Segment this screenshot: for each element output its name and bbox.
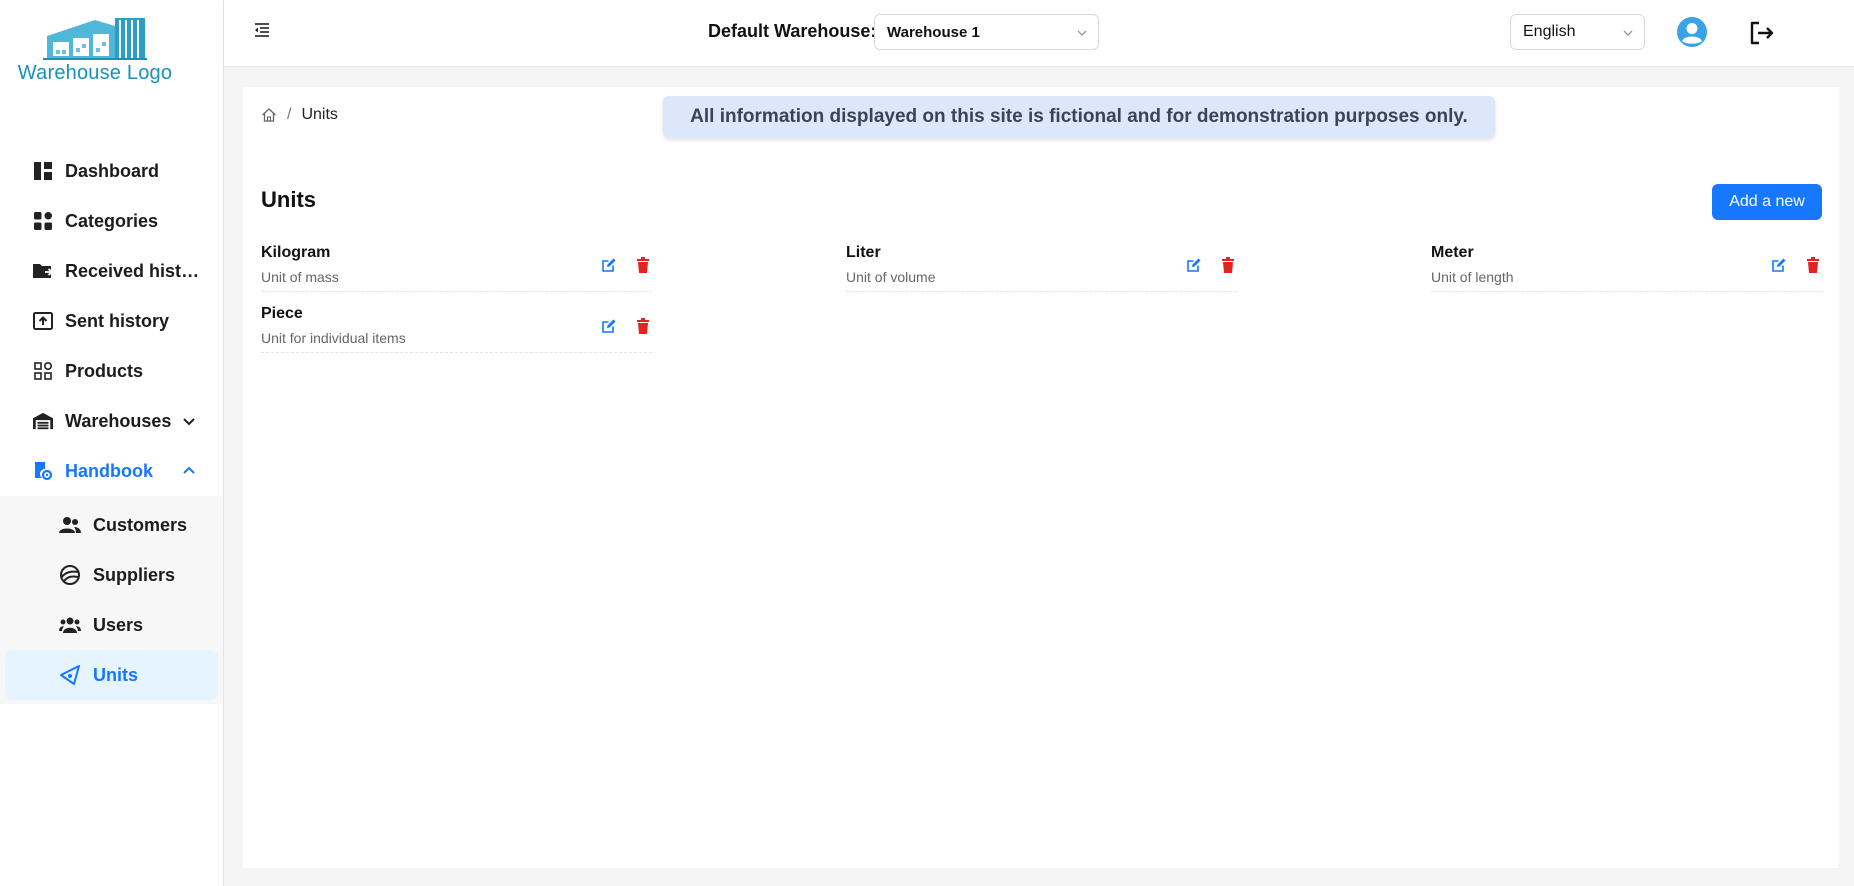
sidebar-item-products[interactable]: Products	[0, 346, 223, 396]
sidebar-item-label: Categories	[65, 210, 159, 231]
categories-icon	[33, 211, 53, 231]
sidebar-item-handbook[interactable]: Handbook	[0, 446, 223, 496]
sidebar-item-sent-history[interactable]: Sent history	[0, 296, 223, 346]
sidebar-item-warehouses[interactable]: Warehouses	[0, 396, 223, 446]
breadcrumb-current: Units	[301, 106, 338, 123]
breadcrumb: / Units	[261, 106, 338, 124]
list-item: Kilogram Unit of mass	[261, 242, 652, 292]
unit-name: Piece	[261, 305, 303, 322]
sidebar-item-dashboard[interactable]: Dashboard	[0, 146, 223, 196]
demo-notice-banner: All information displayed on this site i…	[663, 96, 1495, 138]
unit-name: Kilogram	[261, 244, 331, 261]
handbook-submenu: Customers Suppliers Users Units	[0, 496, 223, 704]
edit-icon[interactable]	[600, 256, 618, 274]
sidebar-item-label: Suppliers	[93, 564, 176, 585]
list-item: Liter Unit of volume	[846, 242, 1237, 292]
warehouse-logo-icon	[43, 18, 147, 60]
handbook-icon	[33, 461, 53, 481]
warehouse-logo[interactable]: Warehouse Logo	[10, 14, 180, 90]
top-header: Default Warehouse: Warehouse 1 English	[224, 0, 1854, 67]
unit-description: Unit of mass	[261, 269, 339, 285]
unit-description: Unit for individual items	[261, 330, 406, 346]
chevron-down-icon	[1623, 30, 1633, 36]
sidebar-item-label: Customers	[93, 514, 188, 535]
sidebar-item-suppliers[interactable]: Suppliers	[5, 550, 218, 600]
sidebar-item-label: Warehouses	[65, 410, 172, 431]
sidebar-item-label: Dashboard	[65, 160, 160, 181]
sidebar-item-label: Received history	[65, 260, 200, 281]
main-content: / Units All information displayed on thi…	[243, 87, 1839, 868]
chevron-up-icon	[183, 466, 195, 474]
logo-text: Warehouse Logo	[17, 62, 173, 84]
menu-fold-icon[interactable]	[252, 20, 272, 40]
list-item: Piece Unit for individual items	[261, 303, 652, 353]
sidebar-nav: Dashboard Categories Received history Se…	[0, 146, 223, 704]
page-title: Units	[261, 187, 316, 212]
warehouse-select-value: Warehouse 1	[887, 23, 980, 41]
language-select-value: English	[1523, 23, 1576, 40]
delete-icon[interactable]	[1804, 256, 1822, 274]
products-icon	[33, 361, 53, 381]
users-icon	[59, 615, 81, 635]
sidebar-item-units[interactable]: Units	[5, 650, 218, 700]
suppliers-icon	[59, 565, 81, 585]
delete-icon[interactable]	[1219, 256, 1237, 274]
unit-description: Unit of length	[1431, 269, 1514, 285]
sidebar-item-label: Users	[93, 614, 144, 635]
home-icon[interactable]	[261, 107, 277, 123]
unit-name: Liter	[846, 244, 881, 261]
customers-icon	[59, 515, 81, 535]
sidebar: Warehouse Logo Dashboard Categories Rece…	[0, 0, 224, 886]
default-warehouse-select[interactable]: Warehouse 1	[874, 14, 1099, 50]
language-select[interactable]: English	[1510, 14, 1645, 50]
sidebar-item-users[interactable]: Users	[5, 600, 218, 650]
list-item: Meter Unit of length	[1431, 242, 1822, 292]
units-icon	[59, 665, 81, 685]
warehouse-icon	[33, 411, 53, 431]
received-folder-icon	[33, 261, 53, 281]
sidebar-item-label: Handbook	[65, 460, 153, 481]
sidebar-item-label: Products	[65, 360, 144, 381]
breadcrumb-separator: /	[287, 106, 292, 123]
chevron-down-icon	[1077, 30, 1087, 36]
user-avatar-icon[interactable]	[1676, 16, 1708, 48]
unit-name: Meter	[1431, 244, 1474, 261]
sidebar-item-customers[interactable]: Customers	[5, 500, 218, 550]
logout-icon[interactable]	[1748, 19, 1776, 47]
edit-icon[interactable]	[1770, 256, 1788, 274]
sent-upload-icon	[33, 311, 53, 331]
delete-icon[interactable]	[634, 256, 652, 274]
sidebar-item-received-history[interactable]: Received history	[0, 246, 223, 296]
dashboard-icon	[33, 161, 53, 181]
sidebar-item-label: Sent history	[65, 310, 170, 331]
edit-icon[interactable]	[1185, 256, 1203, 274]
chevron-down-icon	[183, 418, 195, 426]
unit-description: Unit of volume	[846, 269, 936, 285]
add-new-button[interactable]: Add a new	[1712, 184, 1822, 220]
edit-icon[interactable]	[600, 317, 618, 335]
sidebar-item-label: Units	[93, 664, 138, 685]
default-warehouse-label: Default Warehouse:	[708, 21, 877, 41]
sidebar-item-categories[interactable]: Categories	[0, 196, 223, 246]
delete-icon[interactable]	[634, 317, 652, 335]
